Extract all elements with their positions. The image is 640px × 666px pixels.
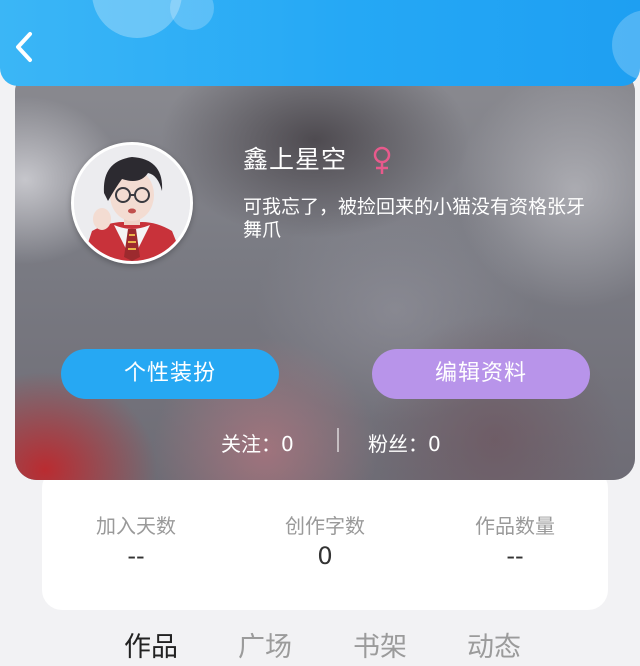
profile-background [15, 70, 635, 480]
decorative-bubble [170, 0, 214, 30]
back-button[interactable] [8, 28, 42, 66]
stat-label: 加入天数 [96, 514, 176, 538]
avatar-image [74, 145, 190, 261]
stat-value: 0 [317, 542, 333, 570]
profile-card: 鑫上星空 可我忘了，被捡回来的小猫没有资格张牙舞爪 个性装扮 编辑资料 关注：0… [15, 70, 635, 480]
fans-count[interactable]: 粉丝：0 [368, 428, 441, 457]
following-count[interactable]: 关注：0 [221, 428, 294, 457]
stat-works-count: 作品数量 -- [420, 512, 610, 572]
divider [337, 428, 339, 452]
chevron-left-icon [16, 32, 32, 62]
follow-stats: 关注：0 粉丝：0 [15, 422, 635, 458]
avatar[interactable] [71, 142, 193, 264]
content-tabs: 作品 广场 书架 动态 [0, 620, 640, 663]
decorative-bubble [92, 0, 182, 38]
decorative-bubble [612, 10, 640, 80]
edit-profile-button[interactable]: 编辑资料 [372, 349, 590, 399]
stat-value: -- [127, 542, 145, 570]
top-header-bar [0, 0, 640, 86]
stat-join-days: 加入天数 -- [41, 512, 231, 572]
stat-label: 创作字数 [285, 514, 365, 538]
stat-label: 作品数量 [475, 514, 555, 538]
stat-word-count: 创作字数 0 [230, 512, 420, 572]
female-symbol-icon [371, 146, 393, 176]
dress-up-button[interactable]: 个性装扮 [61, 349, 279, 399]
stats-card: 加入天数 -- 创作字数 0 作品数量 -- [42, 468, 608, 610]
stat-value: -- [506, 542, 524, 570]
username: 鑫上星空 [243, 145, 348, 174]
user-bio: 可我忘了，被捡回来的小猫没有资格张牙舞爪 [243, 196, 586, 241]
